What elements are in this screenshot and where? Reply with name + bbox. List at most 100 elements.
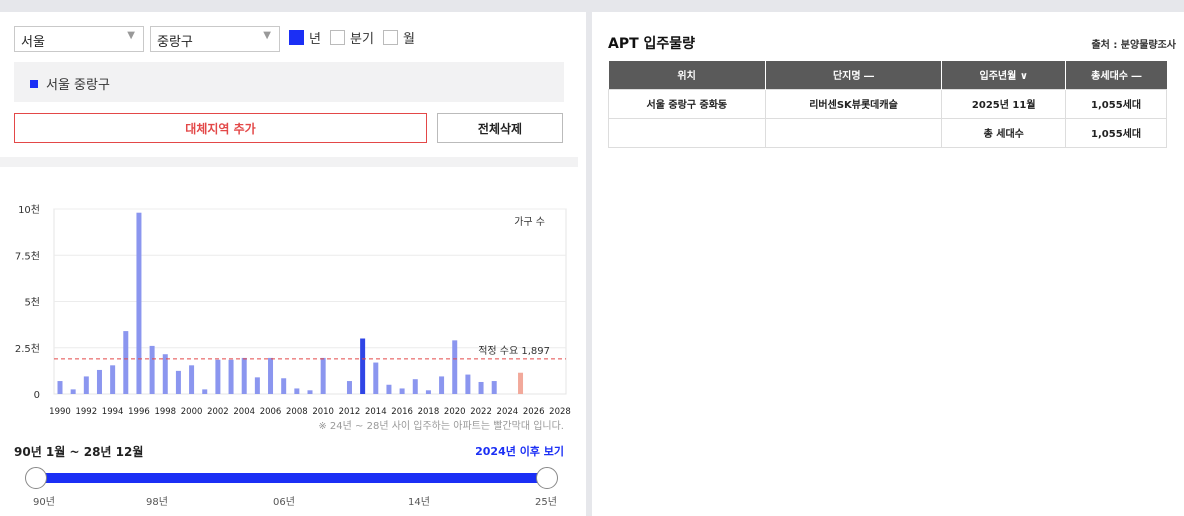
right-panel: APT 입주물량 출처 : 분양물량조사 위치 단지명 ― 입주년월 ∨ 총세대… — [592, 12, 1184, 516]
bar — [465, 374, 471, 394]
selected-region-list: 서울 중랑구 — [14, 62, 564, 102]
district-select[interactable]: 중랑구 ▼ — [150, 26, 280, 52]
x-tick-label: 2000 — [181, 407, 203, 414]
y-tick-label: 7.5천 — [15, 250, 40, 262]
table-row[interactable]: 서울 중랑구 중화동 리버센SK뷰롯데캐슬 2025년 11월 1,055세대 — [608, 88, 1167, 119]
table-cell: 1,055세대 — [1065, 117, 1167, 148]
column-header-complex[interactable]: 단지명 ― — [765, 61, 943, 89]
y-tick-label: 0 — [34, 390, 40, 401]
bar — [110, 365, 116, 394]
supply-bar-chart: 0 2.5천 5천 7.5천 10천적정 수요 1,897 가구 수 1990 1992 199… — [15, 204, 571, 414]
data-source: 출처 : 분양물량조사 — [1091, 40, 1176, 51]
range-title: 90년 1월 ~ 28년 12월 — [14, 445, 144, 459]
add-alternate-region-button[interactable]: 대체지역 추가 — [14, 113, 427, 143]
x-tick-label: 2024 — [497, 407, 519, 414]
period-month-checkbox[interactable]: 월 — [383, 28, 415, 47]
legend-label: 가구 수 — [514, 216, 545, 228]
bar — [268, 357, 274, 394]
delete-all-button[interactable]: 전체삭제 — [437, 113, 563, 143]
x-tick-label: 2026 — [523, 407, 545, 414]
x-tick-label: 2002 — [207, 407, 229, 414]
y-tick-label: 2.5천 — [15, 343, 40, 355]
checkbox-checked-icon — [289, 30, 304, 45]
bar — [452, 340, 458, 394]
period-quarter-checkbox[interactable]: 분기 — [330, 28, 374, 47]
bar — [373, 362, 379, 394]
bar — [215, 359, 221, 394]
x-tick-label: 1996 — [128, 407, 150, 414]
range-slider-track[interactable] — [36, 473, 546, 483]
column-header-units[interactable]: 총세대수 ― — [1065, 61, 1167, 89]
period-year-checkbox[interactable]: 년 — [289, 28, 321, 47]
bar — [175, 370, 181, 394]
checkbox-icon — [330, 30, 345, 45]
bar — [320, 357, 326, 394]
bar — [254, 377, 260, 394]
range-tick: 98년 — [146, 497, 168, 508]
section-divider — [0, 157, 578, 167]
district-select-value: 중랑구 — [157, 35, 193, 50]
city-select-value: 서울 — [21, 35, 45, 50]
table-cell: 1,055세대 — [1065, 88, 1167, 119]
bar — [281, 378, 287, 394]
x-tick-label: 2018 — [418, 407, 440, 414]
x-tick-label: 1994 — [102, 407, 124, 414]
checkbox-icon — [383, 30, 398, 45]
range-start-handle[interactable] — [25, 467, 47, 489]
x-tick-label: 2006 — [260, 407, 282, 414]
bar — [346, 381, 352, 394]
range-tick: 90년 — [33, 497, 55, 508]
region-item[interactable]: 서울 중랑구 — [30, 74, 110, 93]
bar — [123, 331, 129, 394]
y-tick-label: 5천 — [24, 297, 40, 309]
range-tick: 25년 — [535, 497, 557, 508]
bar — [360, 338, 366, 394]
bar — [491, 381, 497, 394]
chevron-down-icon: ▼ — [127, 30, 135, 41]
period-month-label: 월 — [403, 32, 415, 47]
column-header-move-in[interactable]: 입주년월 ∨ — [941, 61, 1067, 89]
x-tick-label: 2020 — [444, 407, 466, 414]
bar — [162, 354, 168, 394]
table-cell: 2025년 11월 — [941, 88, 1067, 119]
bar — [189, 365, 195, 394]
supply-table: 위치 단지명 ― 입주년월 ∨ 총세대수 ― 서울 중랑구 중화동 리버센SK뷰… — [608, 61, 1167, 148]
chart-note: ※ 24년 ~ 28년 사이 입주하는 아파트는 빨간막대 입니다. — [318, 421, 564, 432]
region-item-label: 서울 중랑구 — [46, 78, 110, 93]
range-end-handle[interactable] — [536, 467, 558, 489]
reference-line-label: 적정 수요 1,897 — [478, 345, 550, 357]
table-cell: 리버센SK뷰롯데캐슬 — [764, 88, 943, 119]
table-total-row: 총 세대수 1,055세대 — [608, 117, 1167, 148]
x-tick-label: 2028 — [549, 407, 571, 414]
range-tick: 06년 — [273, 497, 295, 508]
x-tick-label: 1992 — [75, 407, 97, 414]
bar — [425, 390, 431, 394]
bar — [136, 212, 142, 394]
period-year-label: 년 — [309, 32, 321, 47]
bar — [70, 389, 76, 394]
bar — [294, 388, 300, 394]
bar — [307, 390, 313, 394]
column-header-location[interactable]: 위치 — [608, 61, 766, 89]
bar — [478, 381, 484, 394]
table-cell: 서울 중랑구 중화동 — [608, 88, 766, 119]
table-cell — [608, 117, 766, 148]
chevron-down-icon: ▼ — [263, 30, 271, 41]
x-tick-label: 2008 — [286, 407, 308, 414]
view-after-2024-link[interactable]: 2024년 이후 보기 — [475, 443, 564, 459]
bar — [241, 357, 247, 394]
x-tick-label: 2010 — [312, 407, 334, 414]
bar — [83, 376, 89, 394]
x-tick-label: 1998 — [154, 407, 176, 414]
period-quarter-label: 분기 — [350, 32, 374, 47]
bar — [412, 379, 418, 394]
bar — [386, 384, 392, 394]
x-tick-label: 2004 — [233, 407, 255, 414]
y-tick-label: 10천 — [18, 204, 40, 216]
region-color-icon — [30, 79, 38, 88]
bar — [96, 369, 102, 394]
bar — [149, 345, 155, 394]
bar — [439, 376, 445, 394]
bar — [228, 359, 234, 394]
city-select[interactable]: 서울 ▼ — [14, 26, 144, 52]
